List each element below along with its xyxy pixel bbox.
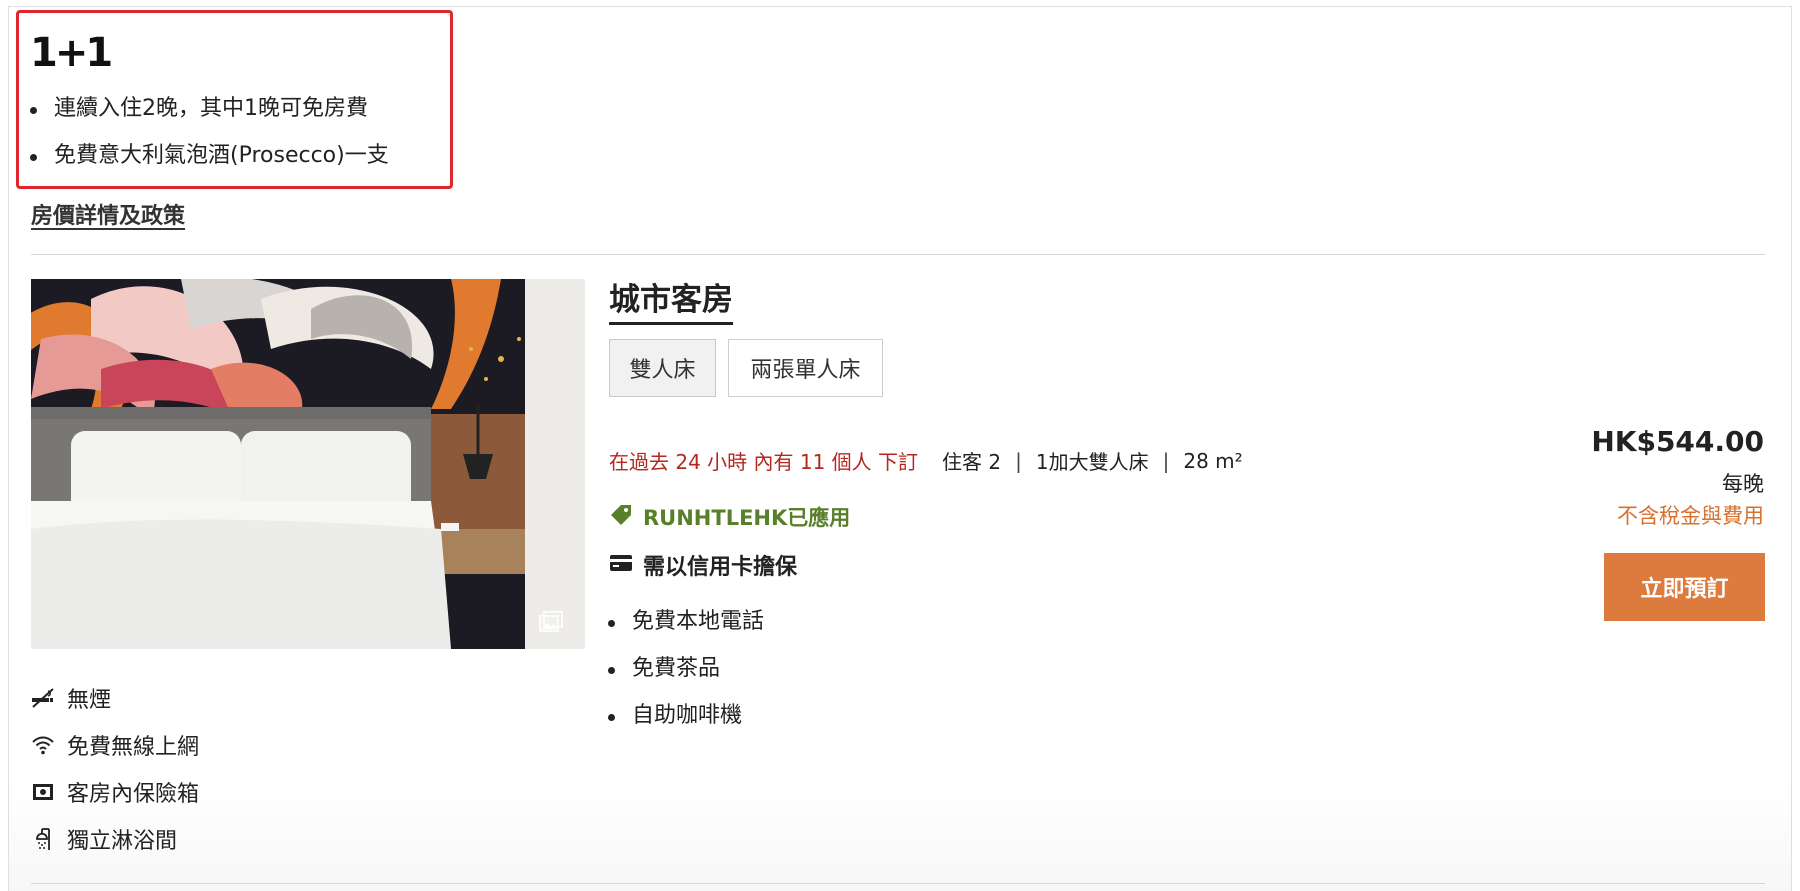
amenity-list: 免費本地電話 免費茶品 自助咖啡機 bbox=[608, 605, 764, 746]
wifi-icon bbox=[31, 733, 55, 757]
offer-list: 連續入住2晚，其中1晚可免房費 免費意大利氣泡酒(Prosecco)一支 bbox=[30, 92, 389, 186]
credit-card-icon bbox=[609, 554, 633, 576]
no-smoking-icon bbox=[31, 686, 55, 710]
promo-code-status: RUNHTLEHK已應用 bbox=[609, 502, 850, 532]
feature-label: 免費無線上網 bbox=[67, 734, 200, 760]
booked-notice: 在過去 24 小時 內有 11 個人 下訂 bbox=[609, 450, 919, 474]
room-features: 無煙 免費無線上網 客房內保險箱 獨立淋浴間 bbox=[31, 674, 199, 862]
feature-label: 獨立淋浴間 bbox=[67, 828, 178, 854]
feature-label: 無煙 bbox=[67, 687, 112, 713]
feature-item: 免費無線上網 bbox=[31, 721, 199, 768]
guest-count: 住客 2 bbox=[942, 450, 1002, 474]
credit-card-text: 需以信用卡擔保 bbox=[643, 555, 798, 580]
divider bbox=[31, 883, 1765, 884]
feature-item: 客房內保險箱 bbox=[31, 768, 199, 815]
credit-card-guarantee: 需以信用卡擔保 bbox=[609, 549, 797, 581]
bed-option-double[interactable]: 雙人床 bbox=[609, 339, 716, 397]
room-price: HK$544.00 bbox=[1591, 425, 1764, 458]
separator: | bbox=[1162, 448, 1170, 473]
price-period: 每晚 bbox=[1722, 472, 1764, 496]
room-name[interactable]: 城市客房 bbox=[609, 274, 733, 325]
feature-label: 客房內保險箱 bbox=[67, 781, 200, 807]
room-size: 28 m² bbox=[1183, 448, 1243, 473]
gallery-icon[interactable] bbox=[539, 611, 563, 633]
shower-icon bbox=[31, 827, 55, 851]
offer-item: 連續入住2晚，其中1晚可免房費 bbox=[30, 92, 389, 139]
tag-icon bbox=[609, 503, 633, 531]
feature-item: 無煙 bbox=[31, 674, 199, 721]
book-now-button[interactable]: 立即預訂 bbox=[1604, 553, 1765, 621]
feature-item: 獨立淋浴間 bbox=[31, 815, 199, 862]
separator: | bbox=[1015, 448, 1022, 473]
promo-code-text: RUNHTLEHK已應用 bbox=[643, 506, 851, 530]
offer-item: 免費意大利氣泡酒(Prosecco)一支 bbox=[30, 139, 389, 186]
offer-title: 1+1 bbox=[30, 30, 113, 76]
amenity-item: 免費茶品 bbox=[608, 652, 764, 699]
amenity-item: 免費本地電話 bbox=[608, 605, 764, 652]
tax-note: 不含稅金與費用 bbox=[1617, 504, 1764, 528]
safe-icon bbox=[31, 780, 55, 804]
room-photo[interactable] bbox=[31, 279, 585, 649]
bed-option-twin[interactable]: 兩張單人床 bbox=[728, 339, 883, 397]
bed-spec: 1加大雙人床 bbox=[1035, 450, 1149, 474]
room-info-line: 在過去 24 小時 內有 11 個人 下訂 住客 2 | 1加大雙人床 | 28… bbox=[609, 446, 1243, 475]
divider bbox=[31, 254, 1765, 255]
amenity-item: 自助咖啡機 bbox=[608, 699, 764, 746]
rate-policy-link[interactable]: 房價詳情及政策 bbox=[31, 198, 185, 230]
